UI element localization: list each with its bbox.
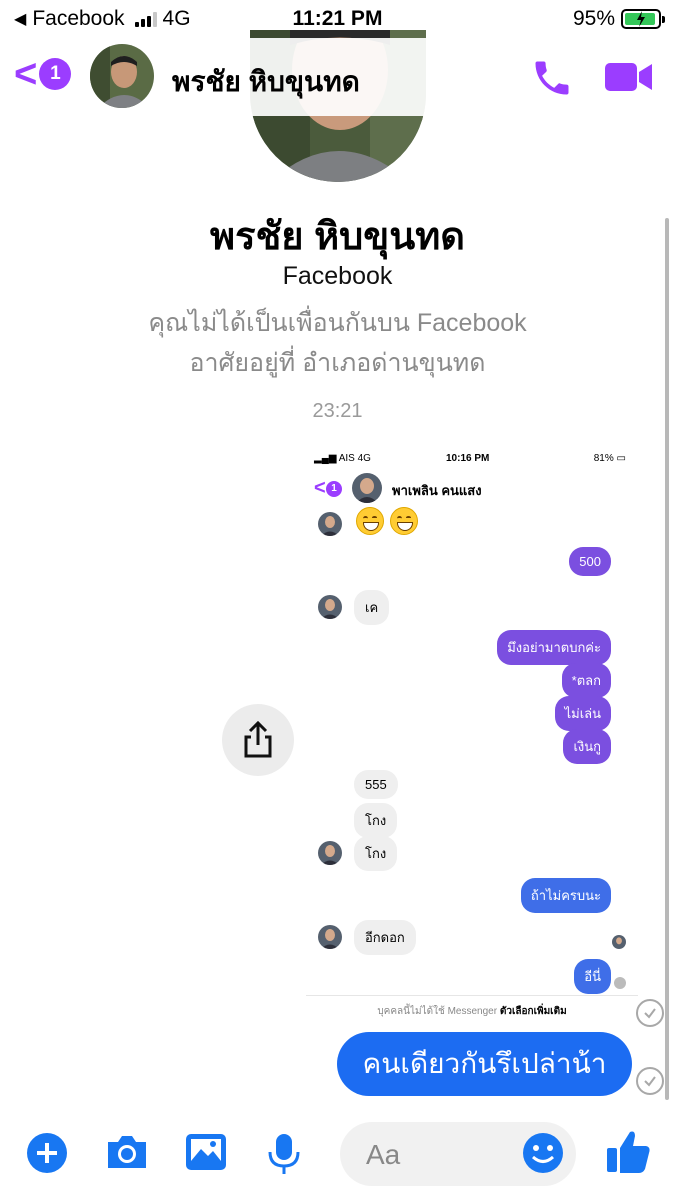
shot-avatar	[318, 512, 342, 536]
shot-avatar	[318, 925, 342, 949]
shot-time: 10:16 PM	[446, 453, 490, 464]
status-bar: ◀ Facebook 4G 11:21 PM 95%	[0, 0, 675, 38]
shot-badge: 1	[326, 481, 342, 497]
sent-check-icon	[636, 999, 664, 1027]
shot-chevron-left-icon: <	[314, 477, 326, 499]
image-icon[interactable]	[184, 1132, 228, 1177]
conversation-header: < 1 พรชัย หิบขุนทด	[0, 38, 675, 116]
message-input[interactable]: Aa	[340, 1122, 576, 1186]
shot-bubble-out: มึงอย่ามาตบกค่ะ	[497, 630, 611, 665]
battery-percent: 95%	[572, 7, 615, 30]
friend-status: คุณไม่ได้เป็นเพื่อนกันบน Facebook	[148, 309, 527, 337]
unread-badge: 1	[39, 58, 72, 90]
shot-bubble-in: อีกดอก	[354, 920, 416, 955]
shot-footer-text: บุคคลนี้ไม่ได้ใช้ Messenger	[377, 1006, 498, 1017]
thumbs-up-icon[interactable]	[604, 1126, 652, 1181]
shot-bubble-in: โกง	[354, 836, 398, 871]
status-battery-group: 95%	[572, 7, 665, 31]
message-composer: Aa	[0, 1110, 675, 1200]
shot-bubble-out: ไม่เล่น	[554, 696, 611, 731]
shot-footer: บุคคลนี้ไม่ได้ใช้ Messenger ตัวเลือกเพิ่…	[306, 995, 638, 1019]
lives-in: อาศัยอยู่ที่ อำเภอด่านขุนทด	[189, 349, 486, 377]
shot-contact-name: พาเพลิน คนแสง	[392, 483, 482, 498]
shot-delivered-icon	[614, 977, 626, 989]
shot-bubble-out-blue: อีนี่	[574, 959, 611, 994]
phone-icon[interactable]	[530, 56, 574, 105]
share-icon	[244, 721, 272, 758]
grin-emoji-icon	[356, 507, 384, 535]
shot-bubble-out: *ตลก	[561, 663, 611, 698]
message-input-placeholder: Aa	[366, 1139, 401, 1170]
shot-carrier: AIS	[338, 453, 355, 464]
shot-header-avatar	[352, 473, 382, 503]
scrollbar[interactable]	[665, 218, 669, 1100]
shot-bubble-out: 500	[569, 547, 611, 576]
shot-footer-link: ตัวเลือกเพิ่มเติม	[499, 1006, 567, 1017]
shot-battery-icon: ▭	[616, 453, 626, 464]
profile-name: พรชัย หิบขุนทด	[210, 216, 465, 258]
shot-header: < 1 พาเพลิน คนแสง	[306, 473, 638, 507]
profile-platform: Facebook	[282, 262, 393, 290]
chevron-left-icon: <	[14, 52, 38, 96]
shot-battery: 81%	[593, 453, 614, 464]
shot-network: 4G	[357, 453, 371, 464]
shot-bubble-in: เค	[354, 590, 390, 625]
grin-emoji-icon	[390, 507, 418, 535]
shot-bubble-out: เงินกู	[563, 729, 611, 764]
microphone-icon[interactable]	[266, 1132, 302, 1181]
camera-icon[interactable]	[104, 1132, 150, 1177]
battery-icon	[621, 9, 665, 29]
video-call-icon[interactable]	[604, 60, 654, 99]
share-button[interactable]	[222, 704, 294, 776]
shot-bubble-in: โกง	[354, 803, 398, 838]
message-timestamp: 23:21	[312, 400, 363, 422]
back-button[interactable]: < 1	[14, 52, 72, 96]
shot-bubble-out-blue: ถ้าไม่ครบนะ	[520, 878, 611, 913]
sent-check-icon	[636, 1067, 664, 1095]
shot-avatar	[318, 841, 342, 865]
emoji-icon[interactable]	[522, 1132, 564, 1179]
outgoing-message-bubble[interactable]: คนเดียวกันรึเปล่าน้า	[337, 1032, 632, 1096]
contact-name[interactable]: พรชัย หิบขุนทด	[172, 60, 360, 104]
shot-bubble-in: 555	[354, 770, 398, 799]
shot-avatar	[318, 595, 342, 619]
shot-signal-icon: ▂▄▆	[314, 453, 337, 464]
shared-screenshot-image[interactable]: ▂▄▆ AIS 4G 10:16 PM 81% ▭ < 1 พาเพลิน คน…	[306, 445, 638, 1025]
shot-seen-avatar	[612, 935, 626, 949]
header-avatar[interactable]	[90, 44, 154, 108]
plus-icon[interactable]	[26, 1132, 68, 1179]
